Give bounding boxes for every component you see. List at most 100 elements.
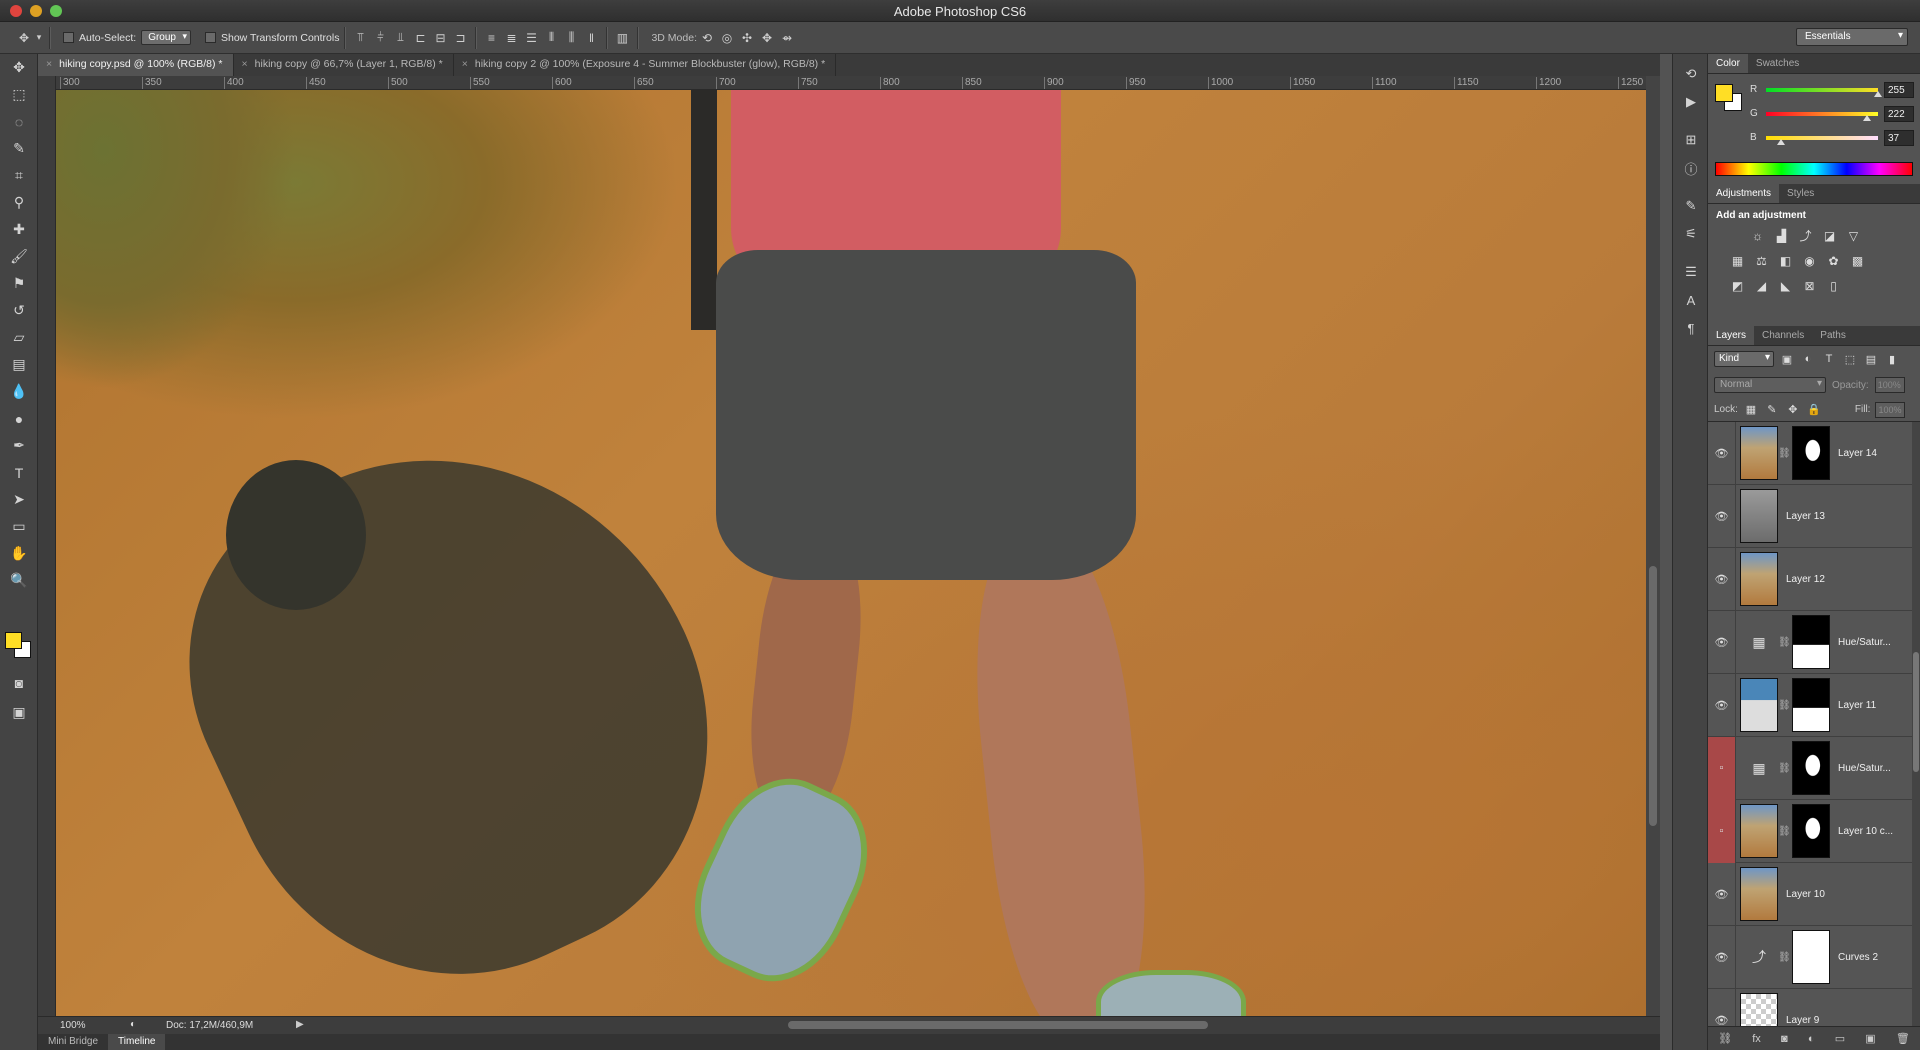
quick-mask-icon[interactable]: ◙: [0, 669, 38, 696]
lock-image-icon[interactable]: ✎: [1764, 402, 1780, 418]
lock-transparent-icon[interactable]: ▦: [1743, 402, 1759, 418]
red-slider-knob[interactable]: [1874, 91, 1882, 97]
blue-slider-knob[interactable]: [1777, 139, 1785, 145]
tab-timeline[interactable]: Timeline: [108, 1034, 166, 1050]
move-tool-preset-icon[interactable]: ✥: [14, 28, 34, 48]
history-brush-tool-icon[interactable]: ↺: [0, 297, 38, 324]
show-transform-checkbox[interactable]: [205, 32, 216, 43]
posterize-icon[interactable]: ◢: [1752, 276, 1771, 295]
3d-orbit-icon[interactable]: ⟲: [697, 28, 717, 48]
layer-row[interactable]: 👁 Layer 12: [1708, 547, 1920, 611]
photo-filter-icon[interactable]: ◉: [1800, 251, 1819, 270]
layer-style-icon[interactable]: fx: [1752, 1033, 1761, 1045]
clone-stamp-tool-icon[interactable]: ⚑: [0, 270, 38, 297]
align-top-icon[interactable]: ⫪: [350, 28, 370, 48]
doc-tab-2[interactable]: × hiking copy @ 66,7% (Layer 1, RGB/8) *: [234, 54, 454, 76]
crop-tool-icon[interactable]: ⌗: [0, 162, 38, 189]
brightness-contrast-icon[interactable]: ☼: [1748, 226, 1767, 245]
auto-select-checkbox[interactable]: [63, 32, 74, 43]
green-value-input[interactable]: 222: [1884, 106, 1914, 122]
doc-tab-1[interactable]: × hiking copy.psd @ 100% (RGB/8) *: [38, 54, 234, 76]
layer-mask-thumbnail[interactable]: [1792, 615, 1830, 669]
color-panel-fg-swatch[interactable]: [1715, 84, 1733, 102]
character-panel-icon[interactable]: A: [1673, 286, 1709, 314]
channel-mixer-icon[interactable]: ✿: [1824, 251, 1843, 270]
align-left-icon[interactable]: ⊏: [410, 28, 430, 48]
distribute-right-icon[interactable]: ‖: [581, 28, 601, 48]
invert-icon[interactable]: ◩: [1728, 276, 1747, 295]
hand-tool-icon[interactable]: ✋: [0, 540, 38, 567]
layer-row[interactable]: ▫ ⛓ Layer 10 c...: [1708, 799, 1920, 863]
preset-dropdown-icon[interactable]: ▾: [34, 28, 44, 48]
close-tab-icon[interactable]: ×: [462, 58, 468, 70]
scrollbar-thumb[interactable]: [1913, 652, 1919, 772]
add-mask-icon[interactable]: ◙: [1781, 1033, 1788, 1045]
tab-mini-bridge[interactable]: Mini Bridge: [38, 1034, 108, 1050]
healing-brush-tool-icon[interactable]: ✚: [0, 216, 38, 243]
distribute-left-icon[interactable]: ⦀: [541, 28, 561, 48]
color-lookup-icon[interactable]: ▩: [1848, 251, 1867, 270]
brush-tool-icon[interactable]: 🖌: [0, 243, 38, 270]
distribute-top-icon[interactable]: ≡: [481, 28, 501, 48]
move-tool-icon[interactable]: ✥: [0, 54, 38, 81]
visibility-eye-icon[interactable]: ▫: [1708, 799, 1736, 863]
new-layer-icon[interactable]: ▣: [1865, 1032, 1875, 1045]
eyedropper-tool-icon[interactable]: ⚲: [0, 189, 38, 216]
foreground-color-swatch[interactable]: [5, 632, 22, 649]
close-tab-icon[interactable]: ×: [46, 58, 52, 70]
filter-shape-icon[interactable]: ⬚: [1842, 351, 1858, 367]
color-spectrum-bar[interactable]: [1715, 162, 1913, 176]
exposure-icon[interactable]: ◪: [1820, 226, 1839, 245]
tab-paths[interactable]: Paths: [1812, 326, 1854, 345]
visibility-eye-icon[interactable]: 👁: [1708, 610, 1736, 674]
tab-color[interactable]: Color: [1708, 54, 1748, 73]
eraser-tool-icon[interactable]: ▱: [0, 324, 38, 351]
visibility-eye-icon[interactable]: 👁: [1708, 484, 1736, 548]
visibility-eye-icon[interactable]: 👁: [1708, 925, 1736, 989]
marquee-tool-icon[interactable]: ⬚: [0, 81, 38, 108]
tab-channels[interactable]: Channels: [1754, 326, 1812, 345]
green-slider[interactable]: [1766, 112, 1878, 116]
layer-mask-thumbnail[interactable]: [1792, 426, 1830, 480]
visibility-eye-icon[interactable]: 👁: [1708, 422, 1736, 485]
red-slider[interactable]: [1766, 88, 1878, 92]
canvas-horizontal-scrollbar[interactable]: [788, 1021, 1208, 1029]
link-chain-icon[interactable]: ⛓: [1778, 700, 1791, 711]
visibility-eye-icon[interactable]: ▫: [1708, 736, 1736, 800]
black-white-icon[interactable]: ◧: [1776, 251, 1795, 270]
3d-slide-icon[interactable]: ✥: [757, 28, 777, 48]
distribute-vcenter-icon[interactable]: ≣: [501, 28, 521, 48]
horizontal-ruler[interactable]: 300 350 400 450 500 550 600 650 700 750 800 850 900 9…: [56, 76, 1646, 90]
path-selection-tool-icon[interactable]: ➤: [0, 486, 38, 513]
blur-tool-icon[interactable]: 💧: [0, 378, 38, 405]
3d-pan-icon[interactable]: ✣: [737, 28, 757, 48]
layer-mask-thumbnail[interactable]: [1792, 930, 1830, 984]
quick-selection-tool-icon[interactable]: ✎: [0, 135, 38, 162]
align-bottom-icon[interactable]: ⫫: [390, 28, 410, 48]
opacity-input[interactable]: 100%: [1874, 377, 1905, 393]
layer-row[interactable]: 👁 Layer 13: [1708, 484, 1920, 548]
status-menu-arrow-icon[interactable]: ▶: [296, 1019, 304, 1030]
align-right-icon[interactable]: ⊐: [450, 28, 470, 48]
tab-styles[interactable]: Styles: [1779, 184, 1822, 203]
3d-roll-icon[interactable]: ◎: [717, 28, 737, 48]
red-value-input[interactable]: 255: [1884, 82, 1914, 98]
visibility-eye-icon[interactable]: 👁: [1708, 862, 1736, 926]
actions-panel-icon[interactable]: ▶: [1673, 88, 1709, 116]
distribute-hcenter-icon[interactable]: ⫼: [561, 28, 581, 48]
layer-row[interactable]: 👁 ⤴ ⛓ Curves 2: [1708, 925, 1920, 989]
brush-presets-icon[interactable]: ⚟: [1673, 220, 1709, 248]
lasso-tool-icon[interactable]: ◌: [0, 108, 38, 135]
threshold-icon[interactable]: ◣: [1776, 276, 1795, 295]
filter-pixel-icon[interactable]: ▣: [1779, 351, 1795, 367]
layer-row[interactable]: 👁 Layer 10: [1708, 862, 1920, 926]
selective-color-icon[interactable]: ⊠: [1800, 276, 1819, 295]
blend-mode-dropdown[interactable]: Normal: [1714, 377, 1826, 393]
visibility-eye-icon[interactable]: 👁: [1708, 547, 1736, 611]
filter-toggle-icon[interactable]: ▮: [1884, 351, 1900, 367]
layers-scrollbar[interactable]: [1912, 422, 1920, 1050]
filter-type-icon[interactable]: T: [1821, 351, 1837, 367]
hue-saturation-icon[interactable]: ▦: [1728, 251, 1747, 270]
document-canvas[interactable]: [56, 90, 1646, 1016]
screen-mode-icon[interactable]: ▣: [0, 699, 38, 726]
